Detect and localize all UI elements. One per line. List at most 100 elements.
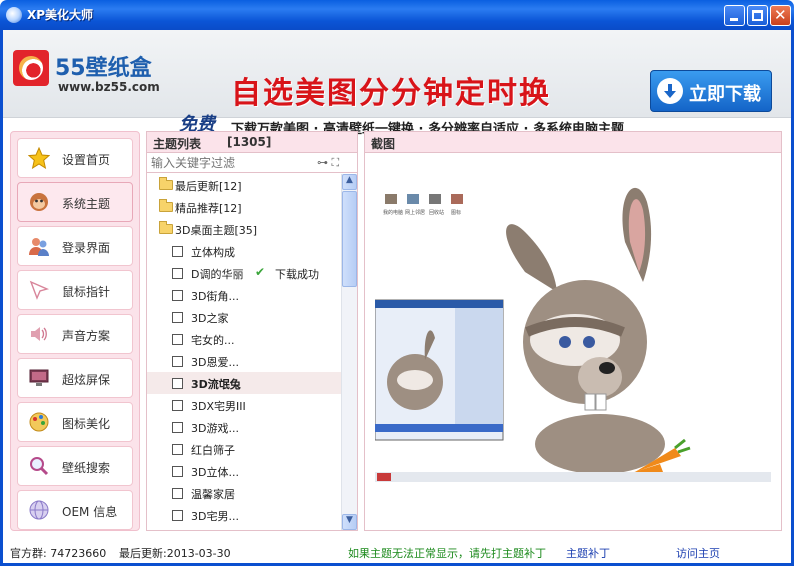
app-icon [6,7,22,23]
sidebar-item-home[interactable]: 设置首页 [17,138,133,178]
theme-list-header: 主题列表 [1305] [147,132,357,153]
checkmark-icon: ✔ [255,265,266,279]
minimize-icon [730,18,738,21]
monkey-icon [30,193,48,211]
folder-label: 最后更新[12] [175,180,242,193]
sidebar-item-oem[interactable]: OEM 信息 [17,490,133,530]
scroll-down-button[interactable]: ▼ [342,514,357,530]
filter-input[interactable] [151,155,311,171]
theme-checkbox[interactable] [172,268,183,279]
filter-options-icon[interactable]: ⊶ ⛶ [317,156,339,170]
theme-checkbox[interactable] [172,510,183,521]
folder-icon [159,177,173,190]
desktop-icon-label: 图标 [451,209,461,216]
theme-checkbox[interactable] [172,246,183,257]
sidebar-item-cursor[interactable]: 鼠标指针 [17,270,133,310]
theme-tree: 最后更新[12] 精品推荐[12] 3D桌面主题[35] 立体构成 D调的华丽 … [147,174,341,524]
theme-item[interactable]: 立体构成 [147,240,341,262]
minimize-button[interactable] [724,5,745,26]
preview-header: 截图 [365,132,781,153]
theme-checkbox[interactable] [172,400,183,411]
theme-item-label: 3D立体... [191,466,239,479]
theme-checkbox[interactable] [172,444,183,455]
theme-item-label: 立体构成 [191,246,235,259]
theme-checkbox[interactable] [172,334,183,345]
theme-item-label: 宅女的... [191,334,235,347]
tree-folder[interactable]: 3D桌面主题[35] [147,218,341,240]
sidebar-item-wallpaper-search[interactable]: 壁纸搜索 [17,446,133,486]
theme-count: [1305] [227,135,272,149]
theme-item[interactable]: 3DX宅男III [147,394,341,416]
chevron-up-icon: ▲ [346,175,353,185]
screensaver-icon [29,369,49,386]
theme-list-scrollbar[interactable]: ▲ ▼ [341,174,357,530]
sidebar-item-label: 设置首页 [62,153,111,167]
visit-homepage-link[interactable]: 访问主页 [676,545,720,561]
speaker-icon [31,327,47,341]
theme-checkbox[interactable] [172,312,183,323]
theme-item[interactable]: D调的华丽 ✔ 下载成功 [147,262,341,284]
theme-checkbox[interactable] [172,466,183,477]
ad-banner[interactable]: 55壁纸盒 www.bz55.com 自选美图分分钟定时换 免费 下载万款美图 … [3,30,791,137]
theme-item-label: D调的华丽 [191,268,244,281]
theme-list-title: 主题列表 [153,137,202,151]
theme-item[interactable]: 3D立体... [147,460,341,482]
scroll-up-button[interactable]: ▲ [342,174,357,190]
theme-item-label: 3DX宅男III [191,400,246,413]
theme-item[interactable]: 3D街角... [147,284,341,306]
theme-checkbox[interactable] [172,378,183,389]
sidebar-item-label: 系统主题 [62,197,111,211]
globe-icon [29,500,49,520]
scroll-thumb[interactable] [342,191,357,287]
theme-item-label: 3D流氓兔 [191,378,241,391]
theme-patch-link[interactable]: 主题补丁 [566,545,610,561]
theme-item-label: 3D宅男... [191,510,239,523]
sidebar: 设置首页 系统主题 登录界面 鼠标指针 声音方案 超炫屏保 图标美化 壁纸搜索 … [10,131,140,531]
theme-item-label: 温馨家居 [191,488,235,501]
sidebar-item-screensaver[interactable]: 超炫屏保 [17,358,133,398]
sidebar-item-icons[interactable]: 图标美化 [17,402,133,442]
folder-open-icon [159,221,173,234]
theme-item-selected[interactable]: 3D流氓兔 [147,372,341,394]
theme-item-label: 3D之家 [191,312,229,325]
logo-icon [13,50,49,86]
theme-item-label: 红白筛子 [191,444,235,457]
theme-item[interactable]: 3D恩爱... [147,350,341,372]
sidebar-item-system-theme[interactable]: 系统主题 [17,182,133,222]
maximize-button[interactable] [747,5,768,26]
palette-icon [29,412,49,432]
patch-warning: 如果主题无法正常显示，请先打主题补丁 [348,547,546,560]
theme-checkbox[interactable] [172,356,183,367]
theme-item[interactable]: 3D之家 [147,306,341,328]
star-icon [28,147,50,169]
theme-checkbox[interactable] [172,488,183,499]
theme-item[interactable]: 温馨家居 [147,482,341,504]
official-group: 官方群: 74723660 [10,547,107,560]
tree-folder[interactable]: 精品推荐[12] [147,196,341,218]
close-icon: ✕ [774,6,787,24]
download-status: 下载成功 [275,268,319,281]
theme-item[interactable]: 宅女的... [147,328,341,350]
preview-title: 截图 [371,137,396,151]
theme-item[interactable]: 红白筛子 [147,438,341,460]
sidebar-item-label: OEM 信息 [62,505,118,519]
close-button[interactable]: ✕ [770,5,791,26]
theme-item-label: 3D游戏... [191,422,239,435]
theme-item[interactable]: 3D游戏... [147,416,341,438]
magnifier-icon [30,457,49,476]
sidebar-item-label: 鼠标指针 [62,285,111,299]
theme-checkbox[interactable] [172,422,183,433]
download-now-button[interactable]: 立即下载 [650,70,772,112]
theme-checkbox[interactable] [172,290,183,301]
theme-item[interactable]: 3D宅男... [147,504,341,524]
window-title: XP美化大师 [27,8,94,22]
status-bar: 官方群: 74723660 最后更新:2013-03-30 如果主题无法正常显示… [3,537,791,563]
tree-folder[interactable]: 最后更新[12] [147,174,341,196]
sidebar-item-label: 壁纸搜索 [62,461,111,475]
folder-icon [159,199,173,212]
sidebar-item-sound[interactable]: 声音方案 [17,314,133,354]
theme-item-label: 3D恩爱... [191,356,239,369]
sidebar-item-label: 登录界面 [62,241,111,255]
theme-list-panel: 主题列表 [1305] ⊶ ⛶ 最后更新[12] 精品推荐[12] 3D桌面主题… [146,131,358,531]
sidebar-item-login[interactable]: 登录界面 [17,226,133,266]
